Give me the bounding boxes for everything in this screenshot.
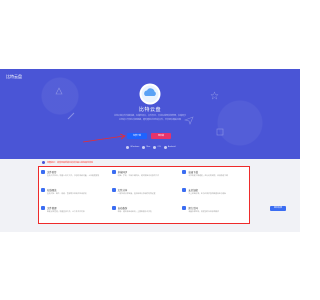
feature-header: 多端同步: [111, 170, 177, 174]
feature-title: 自动备份: [117, 207, 128, 210]
feature-header: 文件秒传: [41, 170, 106, 174]
decoration-puzzle-icon: [216, 128, 224, 136]
platform-label: Mac: [146, 146, 151, 148]
feature-title: 在线预览: [47, 189, 57, 192]
feature-title: 文件分享: [117, 189, 128, 192]
backup-icon: [111, 206, 116, 210]
folder-icon: [41, 206, 45, 210]
feature-title: 超大空间: [188, 207, 198, 210]
app-name: 比特云盘: [6, 74, 22, 79]
feature-title: 文件管理: [47, 207, 57, 210]
platform-label: Android: [167, 146, 176, 148]
space-icon: [182, 206, 187, 210]
hero-description-line-1: 比特云盘文件传输快捷，存储空间大，文件安全，支持在线预览和管理，多端同步: [113, 115, 186, 117]
platform-ios[interactable]: iOS: [153, 144, 161, 150]
share-icon: [111, 188, 116, 192]
browser-content: 比特云盘 比特云盘 比特云盘文件传输快捷，存储空间大，文件安全，支持在线预览和管…: [0, 69, 300, 232]
feature-description: 电脑、手机、平板多端同步，随时随地访问您的文件: [117, 175, 159, 177]
download-button[interactable]: 免费下载: [127, 133, 147, 139]
feature-header: 在线预览: [41, 188, 106, 192]
decoration-star-icon: [210, 91, 219, 100]
lock-icon: [182, 188, 187, 192]
feature-item: 在线预览 支持文档、图片、视频、音频等多种格式在线预览: [41, 186, 106, 204]
feature-description: 智能分类管理，快速查找文件，让文件井井有条: [47, 211, 85, 213]
feature-header: 自动备份: [111, 206, 177, 210]
annotation-arrow-icon: [82, 133, 126, 143]
feedback-button[interactable]: 意见反馈: [270, 206, 286, 211]
feature-item: 多端同步 电脑、手机、平板多端同步，随时随地访问您的文件: [111, 168, 177, 186]
feature-header: 超大空间: [182, 206, 247, 210]
platform-windows[interactable]: Windows: [126, 144, 139, 150]
notice-text: 温馨提示：请使用最新版本的浏览器以获得最佳体验: [47, 162, 94, 164]
feature-title: 高速下载: [188, 171, 198, 174]
platform-label: Windows: [130, 146, 140, 148]
preview-icon: [41, 188, 45, 192]
hero-title: 比特云盘: [138, 107, 161, 113]
feature-title: 多端同步: [117, 171, 128, 174]
wifi-icon: [182, 170, 187, 174]
feature-header: 安全加密: [182, 188, 247, 192]
feature-header: 高速下载: [182, 170, 247, 174]
feature-description: 专享高速下载通道，充分利用带宽，告别龟速下载: [188, 175, 228, 177]
android-icon: [163, 145, 167, 149]
info-icon: [42, 161, 45, 164]
feature-header: 文件管理: [41, 206, 106, 210]
cloud-logo-icon: [139, 83, 161, 105]
decoration-triangle-icon: [55, 87, 63, 95]
hero-banner: 比特云盘 比特云盘 比特云盘文件传输快捷，存储空间大，文件安全，支持在线预览和管…: [0, 69, 300, 159]
platform-list: Windows Mac iOS Android: [126, 144, 176, 150]
feature-item: 高速下载 专享高速下载通道，充分利用带宽，告别龟速下载: [182, 168, 247, 186]
feature-item: 文件秒传 支持文件秒传，快速上传大文件，节省时间和流量，上传速度更快: [41, 168, 106, 186]
apple-icon: [142, 145, 146, 149]
feature-item: 安全加密 多重加密存储，全方位保护您的数据安全与隐私: [182, 186, 247, 204]
web-version-button[interactable]: 网页版: [151, 133, 171, 139]
feature-description: 多重加密存储，全方位保护您的数据安全与隐私: [188, 193, 227, 195]
feature-description: 海量存储空间，满足您的各种存储需求: [188, 211, 219, 213]
feature-item: 文件分享 一键生成分享链接，支持加密分享和有效期设置: [111, 186, 177, 204]
notice-bar: 温馨提示：请使用最新版本的浏览器以获得最佳体验: [42, 161, 93, 164]
hero-description-line-2: 让您的工作和生活更便捷，随时随地访问你的文件，分享更多精彩内容: [118, 119, 181, 121]
sync-icon: [111, 170, 116, 174]
feature-grid: 文件秒传 支持文件秒传，快速上传大文件，节省时间和流量，上传速度更快 多端同步 电脑、…: [41, 168, 247, 222]
iphone-icon: [153, 145, 157, 149]
feature-description: 支持文档、图片、视频、音频等多种格式在线预览: [47, 193, 87, 195]
windows-icon: [126, 145, 130, 149]
platform-label: iOS: [157, 146, 161, 148]
feature-title: 安全加密: [188, 189, 198, 192]
feature-description: 一键生成分享链接，支持加密分享和有效期设置: [117, 193, 156, 195]
feature-description: 相册、通讯录自动备份，重要数据永不丢失: [117, 211, 152, 213]
feature-item: 超大空间 海量存储空间，满足您的各种存储需求: [182, 204, 247, 222]
cloud-upload-icon: [41, 170, 45, 174]
feature-item: 自动备份 相册、通讯录自动备份，重要数据永不丢失: [111, 204, 177, 222]
platform-mac[interactable]: Mac: [142, 144, 150, 150]
feature-header: 文件分享: [111, 188, 177, 192]
platform-android[interactable]: Android: [163, 144, 176, 150]
feature-panel: 文件秒传 支持文件秒传，快速上传大文件，节省时间和流量，上传速度更快 多端同步 电脑、…: [38, 166, 250, 224]
feature-title: 文件秒传: [47, 171, 57, 174]
feature-description: 支持文件秒传，快速上传大文件，节省时间和流量，上传速度更快: [47, 175, 100, 177]
feature-item: 文件管理 智能分类管理，快速查找文件，让文件井井有条: [41, 204, 106, 222]
